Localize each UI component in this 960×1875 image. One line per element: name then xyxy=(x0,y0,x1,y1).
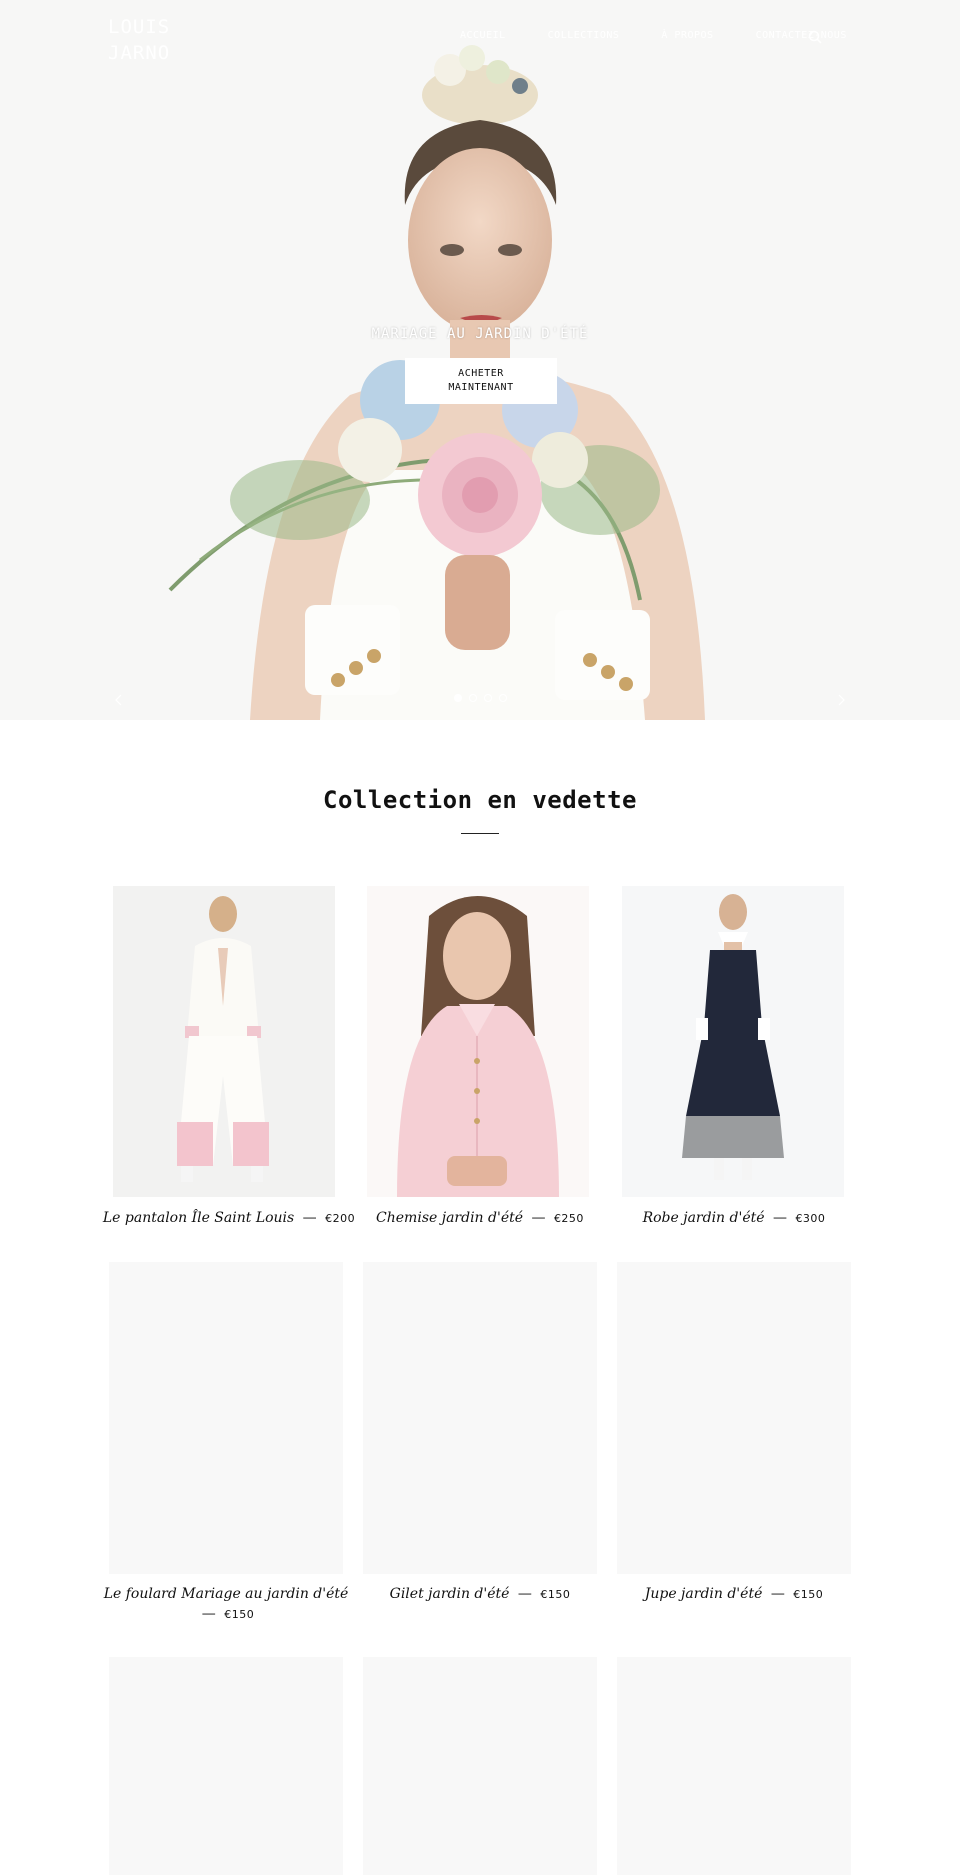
product-separator: — xyxy=(302,1210,317,1226)
product-name[interactable]: Chemise jardin d'été xyxy=(376,1210,523,1226)
shop-now-button[interactable]: ACHETER MAINTENANT xyxy=(405,358,557,404)
product-separator: — xyxy=(772,1210,787,1226)
product-price: €150 xyxy=(224,1608,255,1621)
product-image[interactable] xyxy=(109,1657,343,1875)
slide-prev-icon[interactable] xyxy=(112,693,126,707)
slide-pagination xyxy=(454,694,507,702)
slide-dot[interactable] xyxy=(499,694,507,702)
product-image[interactable] xyxy=(363,1657,597,1875)
product-price: €300 xyxy=(795,1212,826,1225)
product-name[interactable]: Robe jardin d'été xyxy=(643,1210,765,1226)
nav-item-accueil[interactable]: ACCUEIL xyxy=(460,30,506,41)
product-image[interactable] xyxy=(113,886,335,1197)
section-title: Collection en vedette xyxy=(323,786,637,814)
product-caption: Gilet jardin d'été — €150 xyxy=(353,1584,607,1605)
product-separator: — xyxy=(770,1586,785,1602)
product-image[interactable] xyxy=(622,886,844,1197)
nav-item-a-propos[interactable]: À PROPOS xyxy=(661,30,713,41)
product-caption: Robe jardin d'été — €300 xyxy=(607,1208,861,1229)
product-caption: Chemise jardin d'été — €250 xyxy=(353,1208,607,1229)
nav-item-collections[interactable]: COLLECTIONS xyxy=(548,30,620,41)
product-name[interactable]: Gilet jardin d'été xyxy=(390,1586,510,1602)
nav-item-contact[interactable]: CONTACTEZ-NOUS xyxy=(756,30,847,41)
product-name[interactable]: Le foulard Mariage au jardin d'été xyxy=(104,1586,349,1602)
hero-caption: MARIAGE AU JARDIN D'ÉTÉ xyxy=(371,326,589,342)
product-image[interactable] xyxy=(617,1262,851,1574)
logo[interactable]: LOUIS JARNO xyxy=(108,14,198,66)
product-separator: — xyxy=(201,1606,216,1622)
product-caption: Jupe jardin d'été — €150 xyxy=(607,1584,861,1605)
hero-slideshow: LOUIS JARNO ACCUEIL COLLECTIONS À PROPOS… xyxy=(0,0,960,720)
product-name[interactable]: Jupe jardin d'été xyxy=(645,1586,763,1602)
slide-dot[interactable] xyxy=(484,694,492,702)
product-separator: — xyxy=(531,1210,546,1226)
slide-dot[interactable] xyxy=(469,694,477,702)
site-header: LOUIS JARNO ACCUEIL COLLECTIONS À PROPOS… xyxy=(0,0,960,80)
product-caption: Le foulard Mariage au jardin d'été — €15… xyxy=(99,1584,353,1625)
product-price: €150 xyxy=(793,1588,824,1601)
product-price: €150 xyxy=(540,1588,571,1601)
product-separator: — xyxy=(517,1586,532,1602)
product-image[interactable] xyxy=(367,886,589,1197)
product-price: €250 xyxy=(553,1212,584,1225)
product-caption: Le pantalon Île Saint Louis — €200 xyxy=(102,1208,356,1229)
product-name[interactable]: Le pantalon Île Saint Louis xyxy=(103,1210,294,1226)
product-image[interactable] xyxy=(109,1262,343,1574)
search-icon[interactable] xyxy=(808,30,828,50)
slide-next-icon[interactable] xyxy=(834,693,848,707)
title-divider xyxy=(461,833,499,834)
product-image[interactable] xyxy=(363,1262,597,1574)
slide-dot[interactable] xyxy=(454,694,462,702)
product-price: €200 xyxy=(325,1212,356,1225)
product-image[interactable] xyxy=(617,1657,851,1875)
